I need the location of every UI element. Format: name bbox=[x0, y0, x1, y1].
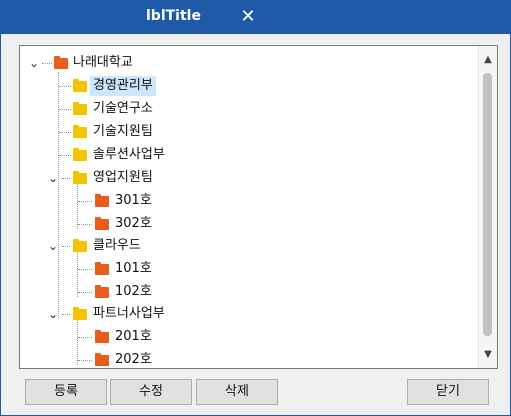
chevron-down-icon[interactable]: ⌄ bbox=[47, 236, 59, 256]
tree-node-tech-support[interactable]: 기술지원팀 bbox=[20, 122, 220, 142]
close-icon[interactable]: ✕ bbox=[236, 5, 260, 29]
tree-node-cloud[interactable]: ⌄ 클라우드 bbox=[20, 236, 220, 256]
tree-node-root[interactable]: ⌄ 나래대학교 bbox=[20, 53, 220, 73]
tree-node-room-101[interactable]: 101호 bbox=[20, 259, 220, 279]
open-folder-icon bbox=[73, 79, 87, 92]
scroll-up-icon[interactable]: ▲ bbox=[479, 51, 497, 69]
tree-node-label: 기술지원팀 bbox=[93, 124, 153, 139]
tree-view[interactable]: ⌄ 나래대학교 경영관리부 기술연구소 기술지원팀 솔루션사업부 ⌄ 영업지원팀… bbox=[19, 45, 498, 369]
tree-node-room-301[interactable]: 301호 bbox=[20, 191, 220, 211]
dialog-window: lblTitle ✕ ⌄ 나래대학교 경영관리부 기술연구소 기술지원팀 솔루션… bbox=[0, 0, 511, 416]
tree-node-label: 기술연구소 bbox=[93, 101, 153, 116]
tree-node-label: 101호 bbox=[115, 261, 152, 276]
tree-guide-line bbox=[78, 292, 92, 293]
chevron-down-icon[interactable]: ⌄ bbox=[47, 304, 59, 324]
folder-icon bbox=[95, 353, 109, 366]
folder-icon bbox=[73, 307, 87, 320]
tree-guide-line bbox=[62, 178, 70, 179]
tree-guide-line bbox=[78, 360, 92, 361]
window-title: lblTitle bbox=[146, 8, 201, 24]
folder-icon bbox=[95, 217, 109, 230]
tree-guide-line bbox=[78, 224, 92, 225]
folder-icon bbox=[73, 239, 87, 252]
tree-guide-line bbox=[42, 63, 52, 64]
delete-button[interactable]: 삭제 bbox=[196, 379, 278, 405]
tree-node-research[interactable]: 기술연구소 bbox=[20, 99, 220, 119]
folder-icon bbox=[95, 285, 109, 298]
tree-guide-line bbox=[59, 109, 71, 110]
chevron-down-icon[interactable]: ⌄ bbox=[47, 168, 59, 188]
folder-icon bbox=[95, 262, 109, 275]
tree-node-label: 301호 bbox=[115, 193, 152, 208]
register-button[interactable]: 등록 bbox=[25, 379, 107, 405]
folder-icon bbox=[95, 330, 109, 343]
close-button[interactable]: 닫기 bbox=[407, 379, 489, 405]
folder-icon bbox=[54, 56, 68, 69]
tree-guide-line bbox=[62, 246, 70, 247]
tree-guide-line bbox=[59, 86, 71, 87]
folder-icon bbox=[73, 125, 87, 138]
tree-node-management[interactable]: 경영관리부 bbox=[20, 76, 220, 96]
folder-icon bbox=[73, 102, 87, 115]
tree-node-room-302[interactable]: 302호 bbox=[20, 214, 220, 234]
tree-node-label: 클라우드 bbox=[93, 238, 141, 253]
tree-node-label: 경영관리부 bbox=[90, 76, 156, 96]
tree-node-room-102[interactable]: 102호 bbox=[20, 282, 220, 302]
chevron-down-icon[interactable]: ⌄ bbox=[28, 53, 40, 73]
tree-guide-line bbox=[59, 155, 71, 156]
tree-node-sales-support[interactable]: ⌄ 영업지원팀 bbox=[20, 168, 220, 188]
vertical-scrollbar[interactable]: ▲ ▼ bbox=[478, 46, 497, 368]
tree-guide-line bbox=[78, 201, 92, 202]
scroll-down-icon[interactable]: ▼ bbox=[479, 346, 497, 364]
edit-button[interactable]: 수정 bbox=[110, 379, 192, 405]
tree-node-label: 102호 bbox=[115, 284, 152, 299]
tree-guide-line bbox=[59, 132, 71, 133]
tree-node-partner[interactable]: ⌄ 파트너사업부 bbox=[20, 304, 220, 324]
tree-node-label: 나래대학교 bbox=[73, 55, 133, 70]
folder-icon bbox=[73, 171, 87, 184]
tree-node-label: 파트너사업부 bbox=[93, 306, 165, 321]
title-bar: lblTitle ✕ bbox=[1, 1, 510, 34]
tree-node-solution[interactable]: 솔루션사업부 bbox=[20, 145, 220, 165]
tree-node-label: 영업지원팀 bbox=[93, 170, 153, 185]
tree-guide-line bbox=[78, 337, 92, 338]
tree-node-label: 솔루션사업부 bbox=[93, 147, 165, 162]
tree-node-label: 201호 bbox=[115, 329, 152, 344]
tree-node-room-201[interactable]: 201호 bbox=[20, 327, 220, 347]
tree-node-room-202[interactable]: 202호 bbox=[20, 350, 220, 370]
folder-icon bbox=[95, 194, 109, 207]
tree-content: ⌄ 나래대학교 경영관리부 기술연구소 기술지원팀 솔루션사업부 ⌄ 영업지원팀… bbox=[20, 46, 478, 368]
tree-node-label: 302호 bbox=[115, 216, 152, 231]
tree-guide-line bbox=[78, 269, 92, 270]
folder-icon bbox=[73, 148, 87, 161]
scrollbar-thumb[interactable] bbox=[483, 73, 492, 336]
tree-guide-line bbox=[62, 314, 70, 315]
tree-node-label: 202호 bbox=[115, 352, 152, 367]
